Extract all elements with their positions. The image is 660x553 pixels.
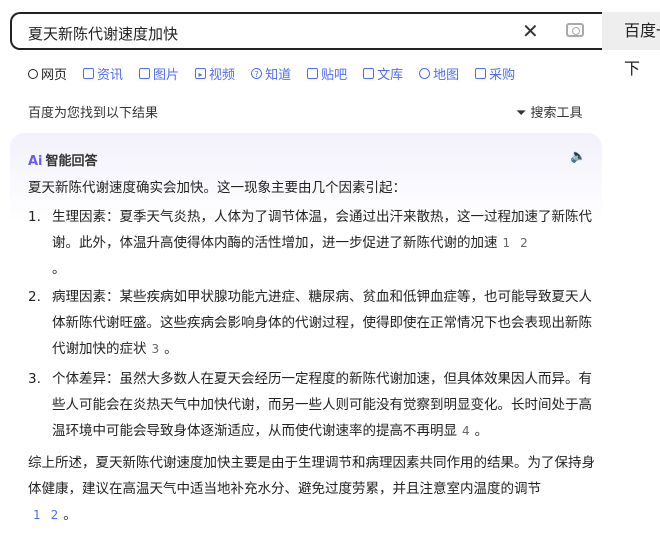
ai-answer-title: 智能回答 bbox=[45, 154, 98, 169]
citation-link[interactable]: 1 bbox=[503, 236, 511, 250]
tab-images[interactable]: 图片 bbox=[139, 64, 179, 83]
search-icon bbox=[28, 68, 38, 79]
list-item: 3. 个体差异：虽然大多数人在夏天会经历一定程度的新陈代谢加速，但具体效果因人而… bbox=[28, 366, 598, 444]
doc-icon bbox=[363, 68, 375, 79]
list-number: 2. bbox=[28, 289, 41, 305]
tab-label: 文库 bbox=[377, 68, 404, 83]
summary-end: 。 bbox=[63, 507, 77, 523]
ai-intro: 夏天新陈代谢速度确实会加快。这一现象主要由几个因素引起： bbox=[28, 180, 406, 196]
tab-video[interactable]: ▸ 视频 bbox=[195, 64, 235, 83]
tab-label: 地图 bbox=[433, 68, 460, 83]
speaker-icon[interactable]: 🔈 bbox=[570, 149, 586, 164]
tab-label: 采购 bbox=[489, 68, 516, 83]
list-text: 病理因素：某些疾病如甲状腺功能亢进症、糖尿病、贫血和低钾血症等，也可能导致夏天人… bbox=[52, 289, 592, 357]
question-icon: ? bbox=[251, 68, 263, 79]
results-count-text: 百度为您找到以下结果 bbox=[28, 106, 159, 121]
ai-summary: 综上所述，夏天新陈代谢速度加快主要是由于生理调节和病理因素共同作用的结果。为了保… bbox=[28, 450, 598, 528]
search-box[interactable]: 夏天新陈代谢速度加快 ✕ bbox=[10, 12, 610, 50]
video-icon: ▸ bbox=[195, 68, 207, 79]
list-item: 2. 病理因素：某些疾病如甲状腺功能亢进症、糖尿病、贫血和低钾血症等，也可能导致… bbox=[28, 284, 598, 362]
citation-link[interactable]: 1 bbox=[33, 508, 41, 522]
search-tools-button[interactable]: ⏷ 搜索工具 bbox=[516, 102, 583, 121]
list-end: 。 bbox=[164, 341, 178, 357]
list-number: 3. bbox=[28, 371, 41, 387]
citation-link[interactable]: 2 bbox=[520, 236, 528, 250]
tab-purchase[interactable]: 采购 bbox=[475, 64, 515, 83]
tab-label: 知道 bbox=[265, 68, 292, 83]
list-item: 1. 生理因素：夏季天气炎热，人体为了调节体温，会通过出汗来散热，这一过程加速了… bbox=[28, 204, 598, 282]
citation-link[interactable]: 4 bbox=[462, 424, 470, 438]
search-tabs: 网页 资讯 图片 ▸ 视频 ? 知道 贴吧 文库 地图 采购 bbox=[28, 64, 531, 83]
list-text: 个体差异：虽然大多数人在夏天会经历一定程度的新陈代谢加速，但具体效果因人而异。有… bbox=[52, 371, 592, 439]
clear-icon[interactable]: ✕ bbox=[522, 19, 539, 43]
tab-tieba[interactable]: 贴吧 bbox=[307, 64, 347, 83]
tab-map[interactable]: 地图 bbox=[419, 64, 459, 83]
search-button[interactable]: 百度一下 bbox=[602, 12, 660, 78]
tab-wenku[interactable]: 文库 bbox=[363, 64, 403, 83]
basket-icon bbox=[475, 68, 487, 79]
camera-icon[interactable] bbox=[566, 23, 584, 37]
citation-link[interactable]: 2 bbox=[51, 508, 59, 522]
tab-label: 贴吧 bbox=[321, 68, 348, 83]
list-end: 。 bbox=[52, 261, 66, 277]
news-icon bbox=[83, 68, 95, 79]
filter-icon: ⏷ bbox=[516, 106, 531, 121]
image-icon bbox=[139, 68, 151, 79]
list-number: 1. bbox=[28, 209, 41, 225]
ai-answer-header: Ai 智能回答 bbox=[28, 150, 98, 169]
tab-label: 资讯 bbox=[97, 68, 124, 83]
tab-label: 网页 bbox=[41, 68, 68, 83]
list-end: 。 bbox=[474, 423, 489, 439]
list-text: 生理因素：夏季天气炎热，人体为了调节体温，会通过出汗来散热，这一过程加速了新陈代… bbox=[52, 209, 592, 251]
tab-label: 视频 bbox=[209, 68, 236, 83]
summary-text: 综上所述，夏天新陈代谢速度加快主要是由于生理调节和病理因素共同作用的结果。为了保… bbox=[28, 455, 595, 497]
tieba-icon bbox=[307, 68, 319, 79]
search-input[interactable]: 夏天新陈代谢速度加快 bbox=[28, 23, 178, 44]
map-icon bbox=[419, 68, 431, 79]
tab-zhidao[interactable]: ? 知道 bbox=[251, 64, 291, 83]
search-tools-label: 搜索工具 bbox=[530, 106, 583, 121]
citation-link[interactable]: 3 bbox=[152, 342, 160, 356]
tab-news[interactable]: 资讯 bbox=[83, 64, 123, 83]
tab-web[interactable]: 网页 bbox=[28, 64, 67, 83]
tab-label: 图片 bbox=[153, 68, 180, 83]
ai-logo: Ai bbox=[28, 154, 43, 169]
